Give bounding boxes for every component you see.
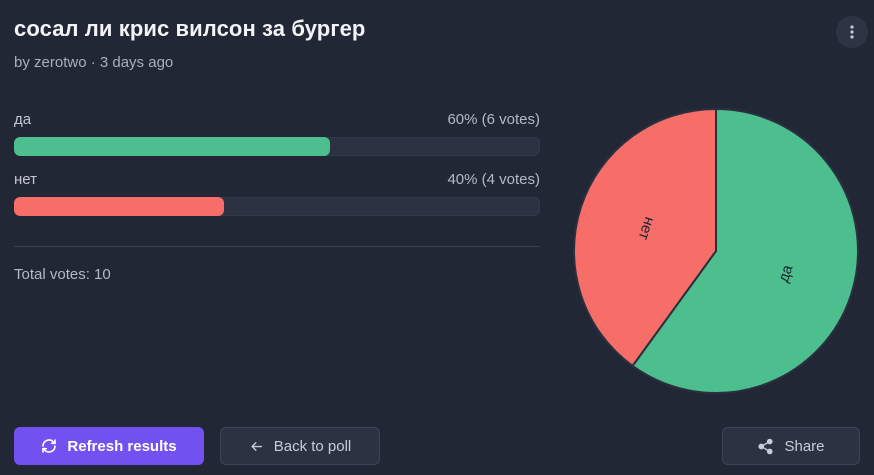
poll-meta: by zerotwo · 3 days ago — [14, 54, 174, 71]
results-pie-chart: данет — [573, 107, 859, 394]
option-label: нет — [14, 171, 37, 188]
back-to-poll-label: Back to poll — [273, 437, 352, 455]
more-vertical-icon — [850, 25, 854, 39]
option-progress-fill — [14, 137, 330, 156]
share-icon — [758, 438, 774, 454]
option-progress-bar — [14, 197, 540, 216]
refresh-results-button[interactable]: Refresh results — [14, 427, 204, 465]
total-votes: Total votes: 10 — [14, 266, 111, 283]
divider — [14, 246, 540, 247]
arrow-left-icon — [251, 441, 262, 451]
poll-title: сосал ли крис вилсон за бургер — [14, 16, 366, 41]
option-label: да — [14, 111, 32, 128]
option-progress-bar — [14, 137, 540, 156]
option-result: 40% (4 votes) — [447, 171, 540, 188]
poll-option-da: да 60% (6 votes) — [14, 110, 540, 156]
option-result: 60% (6 votes) — [447, 111, 540, 128]
refresh-icon — [42, 439, 57, 453]
share-button[interactable]: Share — [722, 427, 860, 465]
more-options-button[interactable] — [836, 16, 868, 48]
share-label: Share — [784, 437, 825, 455]
back-to-poll-button[interactable]: Back to poll — [220, 427, 380, 465]
refresh-results-label: Refresh results — [67, 437, 177, 455]
poll-option-net: нет 40% (4 votes) — [14, 170, 540, 216]
option-progress-fill — [14, 197, 225, 216]
